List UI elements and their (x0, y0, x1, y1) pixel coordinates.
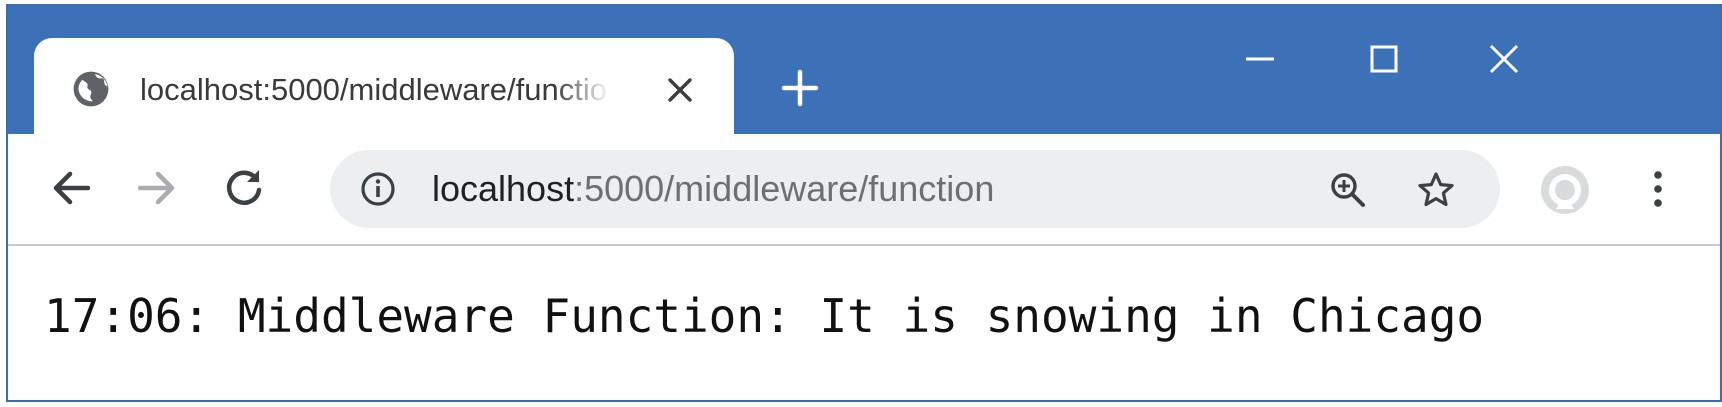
back-arrow-icon[interactable] (46, 162, 98, 214)
tab-title-fade (554, 62, 624, 118)
url-text[interactable]: localhost:5000/middleware/function (432, 166, 994, 212)
globe-icon (72, 70, 110, 108)
browser-window: localhost:5000/middleware/function local… (6, 4, 1722, 402)
plus-icon[interactable] (778, 66, 822, 110)
url-path: :5000/middleware/function (574, 168, 995, 209)
page-content: 17:06: Middleware Function: It is snowin… (8, 246, 1720, 400)
forward-arrow-icon[interactable] (130, 162, 182, 214)
info-icon[interactable] (360, 171, 396, 207)
zoom-icon[interactable] (1328, 170, 1368, 210)
kebab-menu-icon[interactable] (1643, 164, 1673, 214)
maximize-icon[interactable] (1354, 34, 1414, 84)
title-bar: localhost:5000/middleware/function (8, 6, 1720, 138)
close-icon[interactable] (1474, 34, 1534, 84)
url-host: localhost (432, 168, 575, 209)
avatar-icon[interactable] (1540, 165, 1590, 215)
address-bar[interactable]: localhost:5000/middleware/function (330, 150, 1500, 228)
page-text: 17:06: Middleware Function: It is snowin… (44, 289, 1485, 343)
browser-tab[interactable]: localhost:5000/middleware/function (34, 38, 734, 138)
tab-title: localhost:5000/middleware/function (140, 72, 610, 107)
reload-icon[interactable] (218, 162, 270, 214)
minimize-icon[interactable] (1230, 34, 1290, 84)
tab-close-icon[interactable] (664, 74, 696, 106)
star-icon[interactable] (1416, 170, 1456, 210)
browser-toolbar: localhost:5000/middleware/function (8, 134, 1720, 246)
